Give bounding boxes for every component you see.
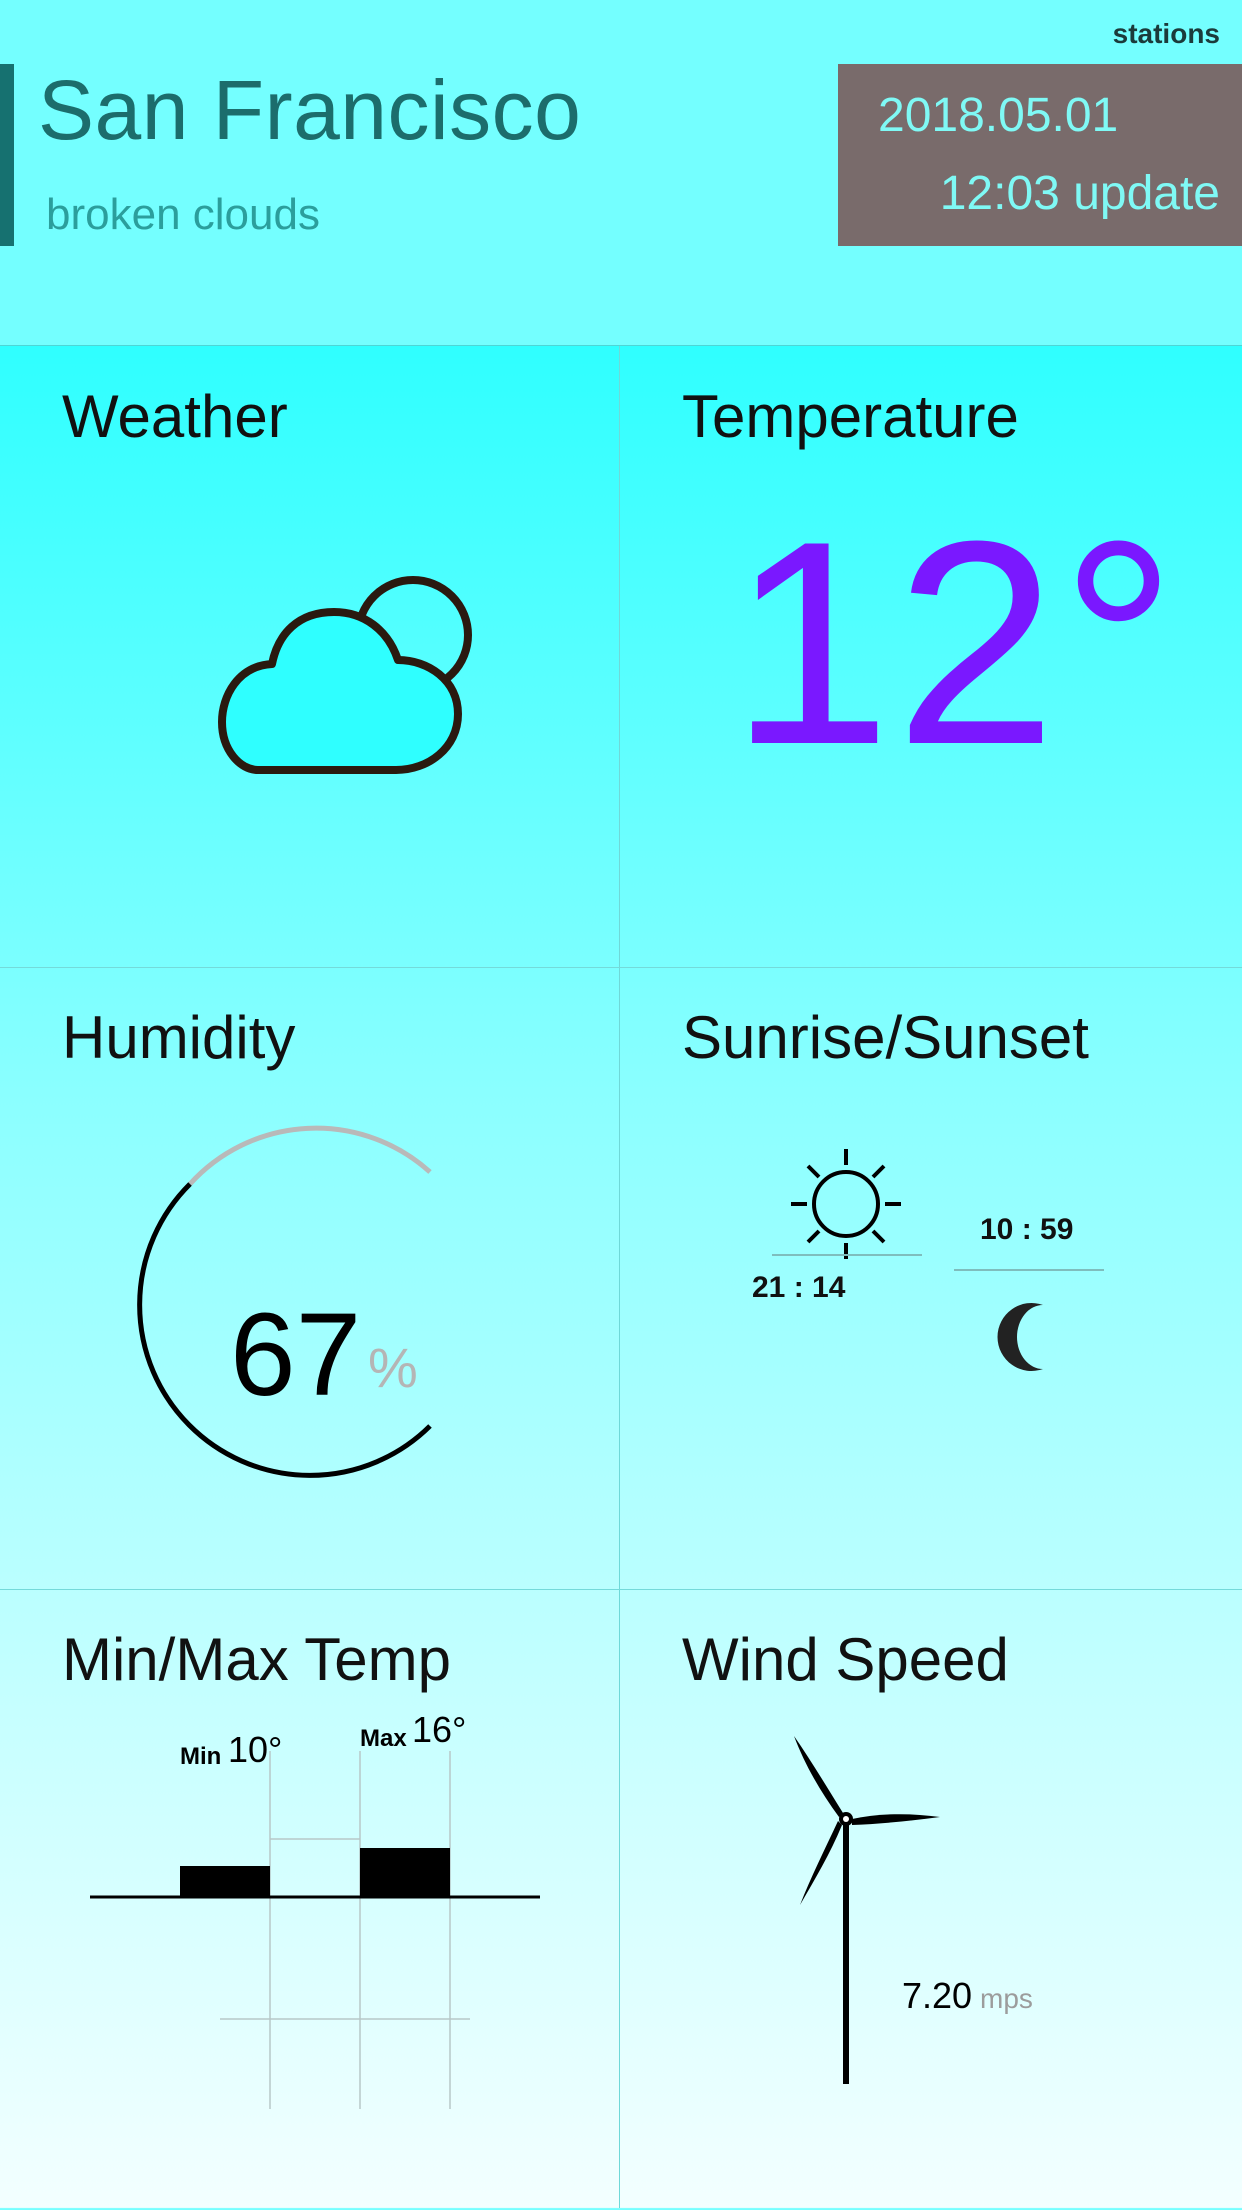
moon-icon <box>997 1303 1043 1371</box>
date: 2018.05.01 <box>878 89 1119 142</box>
dashboard-grid: Weather Temperature 12° Humidity 67 % Su… <box>0 346 1242 2208</box>
header: stations San Francisco broken clouds 201… <box>0 0 1242 345</box>
date-box: 2018.05.01 12:03 update <box>838 64 1242 246</box>
update-time: 12:03 update <box>939 167 1220 220</box>
min-label: Min <box>180 1743 222 1770</box>
sun-icon <box>791 1149 901 1259</box>
humidity-unit: % <box>368 1336 418 1399</box>
min-value: 10° <box>228 1729 283 1770</box>
city-accent-bar <box>0 64 14 246</box>
wind-value: 7.20 <box>902 1975 973 2016</box>
minmax-card: Min/Max Temp Min 10° Max 16° <box>0 1589 620 2210</box>
temperature-card: Temperature 12° <box>620 346 1240 967</box>
partly-cloudy-icon <box>218 576 472 774</box>
city-name: San Francisco <box>38 63 582 157</box>
sun-card: Sunrise/Sunset 21 : 14 10 : 59 <box>620 967 1240 1588</box>
weather-card: Weather <box>0 346 620 967</box>
sun-title: Sunrise/Sunset <box>682 1004 1089 1071</box>
sun-time: 21 : 14 <box>752 1271 846 1304</box>
wind-title: Wind Speed <box>682 1626 1009 1693</box>
temperature-title: Temperature <box>682 383 1019 450</box>
min-bar <box>180 1866 270 1897</box>
humidity-value: 67 <box>230 1289 362 1421</box>
moon-time: 10 : 59 <box>980 1213 1074 1246</box>
max-value: 16° <box>412 1709 467 1750</box>
humidity-card: Humidity 67 % <box>0 967 620 1588</box>
wind-turbine-icon <box>794 1736 940 2084</box>
stations-link[interactable]: stations <box>1113 18 1220 50</box>
weather-title: Weather <box>62 383 288 450</box>
max-bar <box>360 1848 450 1897</box>
minmax-chart <box>90 1751 540 2109</box>
weather-description: broken clouds <box>46 190 320 239</box>
moon-divider <box>954 1269 1104 1271</box>
sun-divider <box>772 1254 922 1256</box>
temperature-value: 12° <box>730 481 1181 805</box>
humidity-title: Humidity <box>62 1004 296 1071</box>
wind-card: Wind Speed 7.20 mps <box>620 1589 1240 2210</box>
max-label: Max <box>360 1725 407 1752</box>
wind-unit: mps <box>980 1983 1033 2014</box>
